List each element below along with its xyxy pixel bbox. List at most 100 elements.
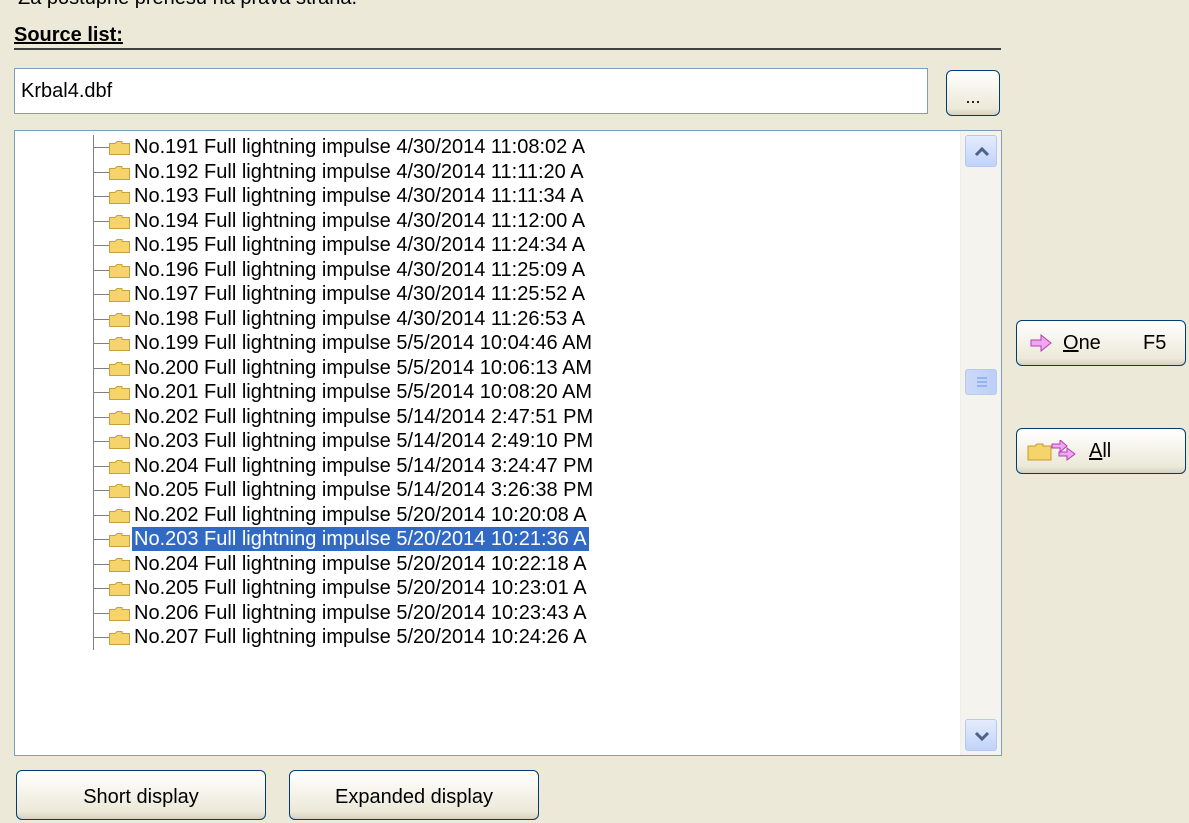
tree-branch-line [93, 539, 109, 540]
folder-icon [109, 337, 130, 351]
folder-icon [109, 386, 130, 400]
tree-item-label: No.207 Full lightning impulse 5/20/2014 … [134, 626, 587, 648]
folder-icon [109, 484, 130, 498]
tree-item[interactable]: No.191 Full lightning impulse 4/30/2014 … [15, 135, 957, 160]
tree-item-label: No.203 Full lightning impulse 5/14/2014 … [134, 430, 594, 452]
tree-item[interactable]: No.203 Full lightning impulse 5/14/2014 … [15, 429, 957, 454]
tree-item[interactable]: No.194 Full lightning impulse 4/30/2014 … [15, 208, 957, 233]
tree-branch-line [93, 392, 109, 393]
tree-branch-line [93, 612, 109, 614]
tree-item[interactable]: No.201 Full lightning impulse 5/5/2014 1… [15, 380, 957, 405]
tree-item-label: No.205 Full lightning impulse 5/20/2014 … [134, 577, 587, 599]
tree-branch-line [93, 245, 109, 246]
tree-item-label: No.202 Full lightning impulse 5/14/2014 … [134, 405, 594, 428]
tree-item[interactable]: No.198 Full lightning impulse 4/30/2014 … [15, 306, 957, 331]
scroll-up-button[interactable] [965, 135, 997, 167]
folder-icon [109, 533, 130, 547]
tree-item-label: No.203 Full lightning impulse 5/20/2014 … [132, 527, 589, 551]
tree-item-label: No.198 Full lightning impulse 4/30/2014 … [134, 307, 586, 330]
scroll-thumb[interactable] [965, 369, 997, 395]
tree-branch-line [93, 588, 109, 589]
folder-icon [109, 141, 130, 155]
tree-item[interactable]: No.204 Full lightning impulse 5/14/2014 … [15, 453, 957, 478]
tree-item-label: No.200 Full lightning impulse 5/5/2014 1… [134, 356, 593, 379]
tree-branch-line [93, 343, 109, 344]
tree-item-label: No.195 Full lightning impulse 4/30/2014 … [134, 234, 586, 256]
double-arrow-icon [1051, 440, 1076, 461]
folder-icon [109, 606, 130, 621]
source-path-input[interactable] [14, 68, 928, 114]
tree-branch-line [93, 147, 109, 148]
tree-item[interactable]: No.206 Full lightning impulse 5/20/2014 … [15, 600, 957, 625]
tree-item-label: No.202 Full lightning impulse 5/20/2014 … [134, 503, 587, 526]
tree-item[interactable]: No.195 Full lightning impulse 4/30/2014 … [15, 233, 957, 258]
tree-branch-line [93, 294, 109, 295]
folder-icon [1027, 443, 1052, 461]
tree-item[interactable]: No.196 Full lightning impulse 4/30/2014 … [15, 257, 957, 282]
transfer-one-button[interactable]: One F5 [1016, 320, 1186, 366]
tree-item[interactable]: No.192 Full lightning impulse 4/30/2014 … [15, 159, 957, 184]
one-accel-key: O [1063, 332, 1079, 354]
tree-item[interactable]: No.193 Full lightning impulse 4/30/2014 … [15, 184, 957, 209]
source-tree[interactable]: No.191 Full lightning impulse 4/30/2014 … [14, 130, 1002, 756]
tree-item-label: No.204 Full lightning impulse 5/20/2014 … [134, 552, 587, 575]
tree-branch-line [93, 637, 109, 638]
tree-item[interactable]: No.204 Full lightning impulse 5/20/2014 … [15, 551, 957, 576]
folder-icon [109, 508, 130, 523]
instruction-text: Za postupné přenesu na pravá strana. [18, 0, 357, 10]
folder-icon [109, 190, 130, 204]
browse-button[interactable]: ... [946, 70, 1000, 116]
tree-list: No.191 Full lightning impulse 4/30/2014 … [15, 135, 957, 650]
tree-item-label: No.193 Full lightning impulse 4/30/2014 … [134, 185, 584, 207]
tree-item[interactable]: No.200 Full lightning impulse 5/5/2014 1… [15, 355, 957, 380]
tree-branch-line [93, 220, 109, 222]
transfer-all-button[interactable]: All [1016, 428, 1186, 474]
folder-icon [109, 410, 130, 425]
folder-icon [109, 435, 130, 449]
tree-branch-line [93, 514, 109, 516]
expanded-display-button[interactable]: Expanded display [289, 770, 539, 820]
tree-item-label: No.196 Full lightning impulse 4/30/2014 … [134, 258, 586, 281]
tree-item-label: No.199 Full lightning impulse 5/5/2014 1… [134, 332, 593, 354]
scroll-down-button[interactable] [965, 719, 997, 751]
tree-item[interactable]: No.205 Full lightning impulse 5/20/2014 … [15, 576, 957, 601]
tree-item-label: No.197 Full lightning impulse 4/30/2014 … [134, 283, 586, 305]
folder-icon [109, 165, 130, 180]
tree-item[interactable]: No.202 Full lightning impulse 5/14/2014 … [15, 404, 957, 429]
one-label: ne [1078, 332, 1101, 354]
tree-branch-line [93, 318, 109, 320]
folder-icon [109, 582, 130, 596]
tree-item-label: No.192 Full lightning impulse 4/30/2014 … [134, 160, 584, 183]
tree-item[interactable]: No.203 Full lightning impulse 5/20/2014 … [15, 527, 957, 552]
tree-item[interactable]: No.207 Full lightning impulse 5/20/2014 … [15, 625, 957, 650]
tree-branch-line [93, 563, 109, 565]
section-divider [14, 48, 1001, 50]
tree-branch-line [93, 196, 109, 197]
tree-item-label: No.191 Full lightning impulse 4/30/2014 … [134, 136, 586, 158]
tree-item[interactable]: No.202 Full lightning impulse 5/20/2014 … [15, 502, 957, 527]
folder-icon [109, 557, 130, 572]
tree-branch-line [93, 416, 109, 418]
all-label: ll [1102, 440, 1112, 462]
tree-item-label: No.194 Full lightning impulse 4/30/2014 … [134, 209, 586, 232]
tree-item-label: No.201 Full lightning impulse 5/5/2014 1… [134, 381, 593, 403]
source-list-title: Source list: [14, 24, 123, 46]
grip-icon [977, 377, 987, 387]
tree-branch-line [93, 269, 109, 271]
tree-item-label: No.205 Full lightning impulse 5/14/2014 … [134, 479, 594, 501]
tree-branch-line [93, 465, 109, 467]
folder-icon [109, 214, 130, 229]
tree-item[interactable]: No.197 Full lightning impulse 4/30/2014 … [15, 282, 957, 307]
tree-item[interactable]: No.199 Full lightning impulse 5/5/2014 1… [15, 331, 957, 356]
folder-icon [109, 459, 130, 474]
short-display-button[interactable]: Short display [16, 770, 266, 820]
chevron-down-icon [974, 731, 990, 742]
folder-icon [109, 263, 130, 278]
tree-item-label: No.206 Full lightning impulse 5/20/2014 … [134, 601, 587, 624]
tree-item-label: No.204 Full lightning impulse 5/14/2014 … [134, 454, 594, 477]
vertical-scrollbar[interactable] [960, 131, 1001, 755]
tree-branch-line [93, 367, 109, 369]
one-shortcut: F5 [1143, 332, 1167, 354]
folder-icon [109, 361, 130, 376]
tree-item[interactable]: No.205 Full lightning impulse 5/14/2014 … [15, 478, 957, 503]
